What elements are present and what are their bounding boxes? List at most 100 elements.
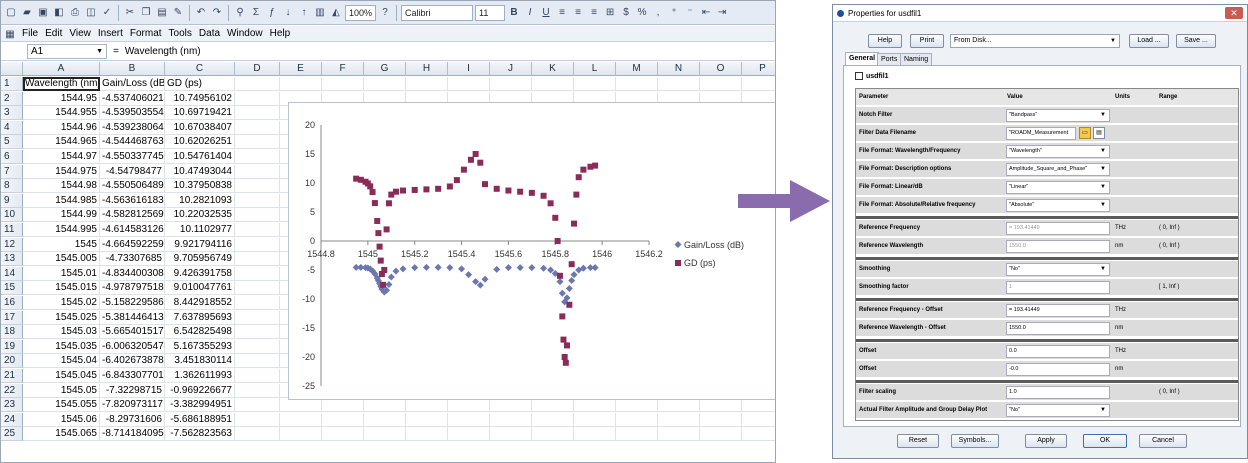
row-header[interactable]: 6 [1, 150, 23, 164]
parameter-value-input[interactable]: -0.0 [1006, 363, 1110, 376]
chevron-down-icon[interactable]: ▼ [1100, 405, 1106, 416]
parameter-value-input[interactable]: = 193.41449 [1006, 304, 1110, 317]
cell[interactable]: 10.62026251 [165, 135, 235, 150]
parameter-dropdown[interactable]: "No" ▼ [1006, 263, 1110, 276]
cell[interactable]: -5.381446413 [100, 310, 165, 325]
cell[interactable]: 10.2821093 [165, 193, 235, 208]
cell[interactable] [658, 427, 700, 442]
cell[interactable]: 1545 [23, 237, 100, 252]
cell[interactable]: 10.74956102 [165, 91, 235, 106]
cell[interactable] [700, 77, 742, 91]
parameter-value-input[interactable]: 1550.0 [1006, 240, 1110, 253]
cell[interactable] [616, 77, 658, 91]
help-icon[interactable]: ? [378, 6, 392, 20]
cell[interactable] [235, 193, 280, 208]
cell[interactable]: -4.54798477 [100, 164, 165, 179]
column-header-a[interactable]: A [23, 62, 100, 76]
cell[interactable] [700, 412, 742, 427]
cell[interactable] [364, 427, 406, 442]
cell[interactable]: 1544.99 [23, 208, 100, 223]
cell[interactable] [235, 383, 280, 398]
row-header[interactable]: 9 [1, 193, 23, 208]
close-icon[interactable]: ✕ [1225, 7, 1243, 19]
menu-help[interactable]: Help [270, 26, 291, 42]
hyperlink-icon[interactable]: ⚲ [233, 6, 247, 20]
cell[interactable] [742, 413, 775, 427]
row-header[interactable]: 12 [1, 237, 23, 252]
cell[interactable] [406, 77, 448, 91]
menu-edit[interactable]: Edit [45, 26, 62, 42]
cell[interactable]: 10.37950838 [165, 179, 235, 194]
row-header[interactable]: 23 [1, 398, 23, 413]
column-header-f[interactable]: F [322, 62, 364, 76]
underline-icon[interactable]: U [539, 6, 553, 20]
cell[interactable] [406, 412, 448, 427]
font-size-select[interactable]: 11 [475, 4, 506, 21]
cell[interactable]: 9.921794116 [165, 237, 235, 252]
cell[interactable] [235, 310, 280, 325]
cell[interactable] [235, 354, 280, 369]
cell[interactable]: -4.664592259 [100, 237, 165, 252]
column-header-j[interactable]: J [490, 62, 532, 76]
cell[interactable] [448, 77, 490, 91]
cell[interactable]: 1545.015 [23, 281, 100, 296]
cut-icon[interactable]: ✂ [123, 6, 137, 20]
new-icon[interactable]: ▢ [4, 6, 18, 20]
zoom-select[interactable]: 100% [345, 4, 377, 21]
cell[interactable]: 1545.065 [23, 427, 100, 442]
cell[interactable]: 10.22032535 [165, 208, 235, 223]
cell[interactable]: 10.69719421 [165, 106, 235, 121]
cell[interactable]: -5.158229586 [100, 296, 165, 310]
cell[interactable] [280, 77, 322, 91]
parameter-value-input[interactable]: 1.0 [1006, 386, 1110, 399]
comma-icon[interactable]: , [651, 6, 665, 20]
cell[interactable] [490, 412, 532, 427]
reset-button[interactable]: Reset [897, 434, 939, 448]
cell[interactable] [406, 427, 448, 442]
tab-general[interactable]: General [845, 52, 880, 65]
column-header-p[interactable]: P [742, 62, 775, 76]
cell[interactable]: -6.843307701 [100, 369, 165, 383]
print-icon[interactable]: ⎙ [68, 6, 82, 20]
chart-wizard-icon[interactable]: ▥ [313, 6, 327, 20]
chevron-down-icon[interactable]: ▼ [96, 48, 103, 55]
cell[interactable] [658, 412, 700, 427]
cell[interactable]: 10.54761404 [165, 150, 235, 164]
cell[interactable]: 9.426391758 [165, 266, 235, 281]
chevron-down-icon[interactable]: ▼ [1100, 110, 1106, 121]
cell[interactable] [532, 412, 574, 427]
ok-button[interactable]: OK [1083, 434, 1127, 448]
parameter-dropdown[interactable]: "No" ▼ [1006, 404, 1110, 417]
cell[interactable] [532, 427, 574, 442]
symbols-button[interactable]: Symbols... [951, 434, 999, 448]
cell[interactable]: -7.562823563 [165, 427, 235, 442]
row-header[interactable]: 20 [1, 354, 23, 369]
redo-icon[interactable]: ↷ [210, 6, 224, 20]
cell[interactable]: 1544.995 [23, 223, 100, 237]
paste-icon[interactable]: ▤ [155, 6, 169, 20]
cell[interactable] [235, 135, 280, 150]
cell[interactable]: -4.539503554 [100, 106, 165, 121]
cell[interactable]: 1544.95 [23, 91, 100, 106]
parameter-dropdown[interactable]: "Wavelength" ▼ [1006, 145, 1110, 158]
cell[interactable] [235, 179, 280, 194]
cell[interactable]: -8.29731606 [100, 412, 165, 427]
cell[interactable]: 1545.02 [23, 296, 100, 310]
column-header-n[interactable]: N [658, 62, 700, 76]
parameter-dropdown[interactable]: "Bandpass" ▼ [1006, 109, 1110, 122]
help-button[interactable]: Help [868, 34, 902, 48]
column-header-o[interactable]: O [700, 62, 742, 76]
cell[interactable] [235, 281, 280, 296]
cell[interactable] [700, 427, 742, 442]
print-preview-icon[interactable]: ◫ [84, 6, 98, 20]
sort-descending-icon[interactable]: ↑ [297, 6, 311, 20]
row-header[interactable]: 5 [1, 135, 23, 150]
cell[interactable] [490, 77, 532, 91]
menu-insert[interactable]: Insert [98, 26, 123, 42]
cell[interactable] [235, 427, 280, 442]
cell[interactable]: -4.73307685 [100, 252, 165, 267]
parameter-value-input[interactable]: 1 [1006, 281, 1110, 294]
cell[interactable] [235, 325, 280, 340]
row-header[interactable]: 16 [1, 296, 23, 310]
from-disk-select[interactable]: From Disk... ▼ [950, 34, 1120, 48]
